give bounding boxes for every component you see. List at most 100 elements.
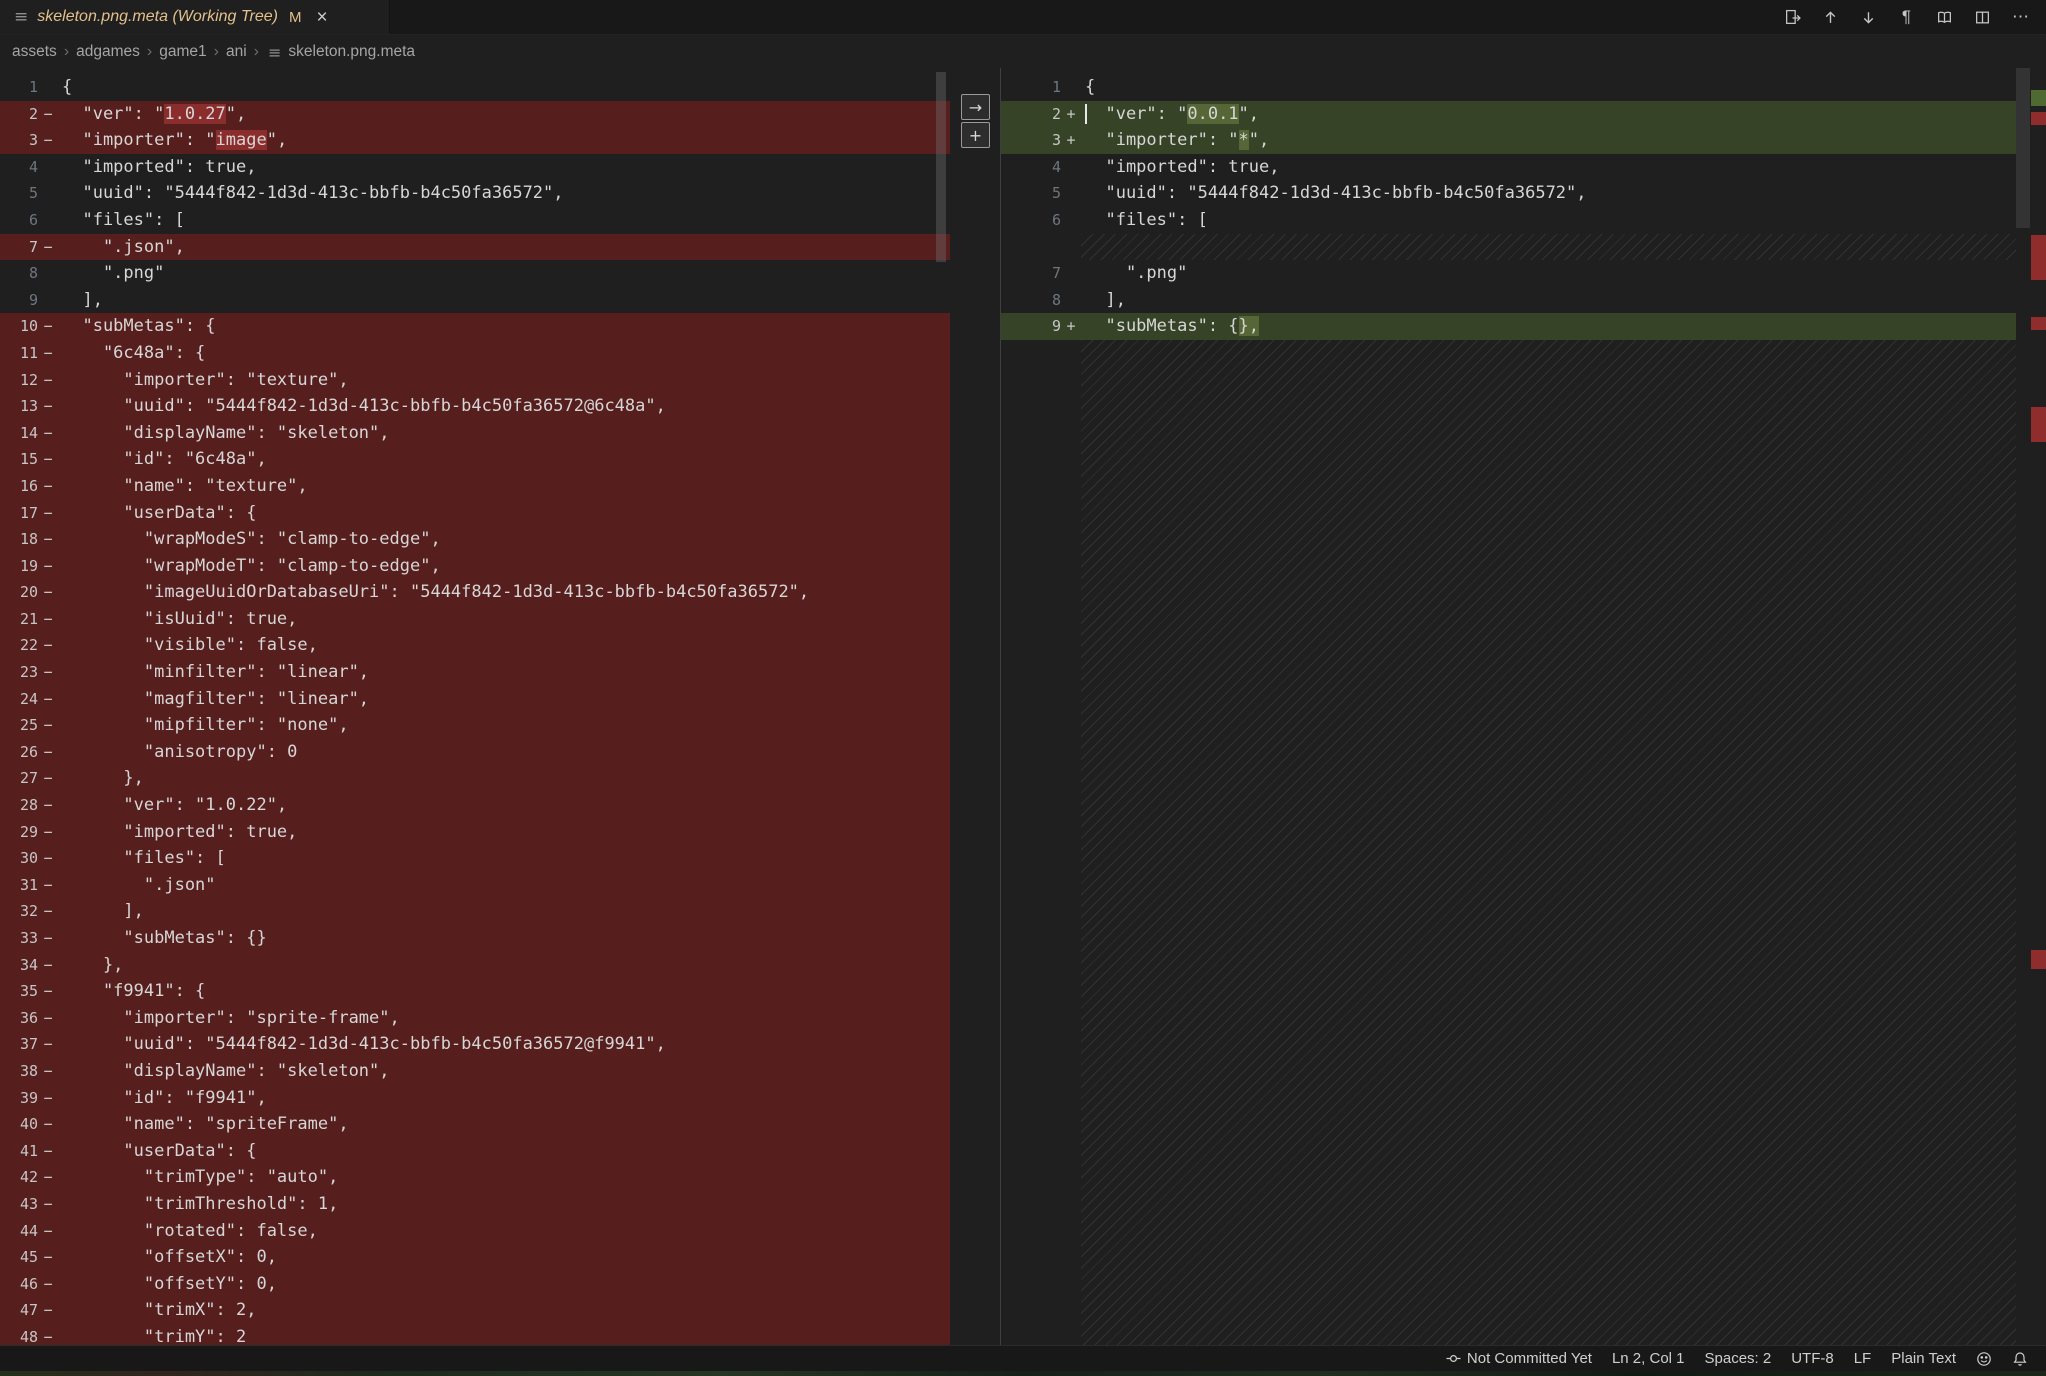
- code-line[interactable]: 43− "trimThreshold": 1,: [0, 1191, 950, 1218]
- line-number[interactable]: 3: [1001, 127, 1061, 154]
- line-number[interactable]: 48: [0, 1324, 38, 1345]
- code-line[interactable]: 21− "isUuid": true,: [0, 606, 950, 633]
- code-line[interactable]: 9 ],: [0, 287, 950, 314]
- line-number[interactable]: 42: [0, 1164, 38, 1191]
- line-number[interactable]: 31: [0, 872, 38, 899]
- line-number[interactable]: 25: [0, 712, 38, 739]
- code-line[interactable]: 6 "files": [: [1001, 207, 2016, 234]
- line-number[interactable]: 30: [0, 845, 38, 872]
- code-line[interactable]: 22− "visible": false,: [0, 632, 950, 659]
- code-line[interactable]: 10− "subMetas": {: [0, 313, 950, 340]
- previous-change-button[interactable]: [1815, 4, 1846, 31]
- code-line[interactable]: 9+ "subMetas": {},: [1001, 313, 2016, 340]
- code-line[interactable]: 26− "anisotropy": 0: [0, 739, 950, 766]
- code-line[interactable]: 8 ".png": [0, 260, 950, 287]
- code-line[interactable]: 23− "minfilter": "linear",: [0, 659, 950, 686]
- whitespace-toggle-button[interactable]: ¶: [1891, 4, 1922, 31]
- line-number[interactable]: 26: [0, 739, 38, 766]
- line-number[interactable]: 1: [1001, 74, 1061, 101]
- line-number[interactable]: 44: [0, 1218, 38, 1245]
- code-line[interactable]: 3+ "importer": "*",: [1001, 127, 2016, 154]
- code-line[interactable]: 4 "imported": true,: [0, 154, 950, 181]
- code-line[interactable]: 3− "importer": "image",: [0, 127, 950, 154]
- line-number[interactable]: 32: [0, 898, 38, 925]
- line-number[interactable]: 22: [0, 632, 38, 659]
- code-line[interactable]: 1{: [1001, 74, 2016, 101]
- code-line[interactable]: 38− "displayName": "skeleton",: [0, 1058, 950, 1085]
- code-line[interactable]: 2+ "ver": "0.0.1",: [1001, 101, 2016, 128]
- code-line[interactable]: 46− "offsetY": 0,: [0, 1271, 950, 1298]
- line-number[interactable]: 4: [0, 154, 38, 181]
- left-scrollbar[interactable]: [936, 72, 946, 262]
- code-line[interactable]: 4 "imported": true,: [1001, 154, 2016, 181]
- code-line[interactable]: 5 "uuid": "5444f842-1d3d-413c-bbfb-b4c50…: [1001, 180, 2016, 207]
- line-number[interactable]: 28: [0, 792, 38, 819]
- line-number[interactable]: 9: [1001, 313, 1061, 340]
- next-change-button[interactable]: [1853, 4, 1884, 31]
- code-line[interactable]: 29− "imported": true,: [0, 819, 950, 846]
- line-number[interactable]: 18: [0, 526, 38, 553]
- line-number[interactable]: 8: [0, 260, 38, 287]
- code-line[interactable]: 35− "f9941": {: [0, 978, 950, 1005]
- line-number[interactable]: 5: [1001, 180, 1061, 207]
- line-number[interactable]: 21: [0, 606, 38, 633]
- code-line[interactable]: 14− "displayName": "skeleton",: [0, 420, 950, 447]
- code-line[interactable]: 37− "uuid": "5444f842-1d3d-413c-bbfb-b4c…: [0, 1031, 950, 1058]
- code-line[interactable]: 17− "userData": {: [0, 500, 950, 527]
- line-number[interactable]: 33: [0, 925, 38, 952]
- code-line[interactable]: 28− "ver": "1.0.22",: [0, 792, 950, 819]
- code-line[interactable]: 11− "6c48a": {: [0, 340, 950, 367]
- line-number[interactable]: 7: [0, 234, 38, 261]
- line-number[interactable]: 17: [0, 500, 38, 527]
- line-number[interactable]: 38: [0, 1058, 38, 1085]
- line-number[interactable]: 20: [0, 579, 38, 606]
- code-line[interactable]: 24− "magfilter": "linear",: [0, 686, 950, 713]
- code-line[interactable]: 12− "importer": "texture",: [0, 367, 950, 394]
- line-number[interactable]: 7: [1001, 260, 1061, 287]
- line-number[interactable]: 43: [0, 1191, 38, 1218]
- code-line[interactable]: 20− "imageUuidOrDatabaseUri": "5444f842-…: [0, 579, 950, 606]
- code-line[interactable]: 48− "trimY": 2: [0, 1324, 950, 1345]
- line-number[interactable]: 37: [0, 1031, 38, 1058]
- code-line[interactable]: 25− "mipfilter": "none",: [0, 712, 950, 739]
- line-number[interactable]: 47: [0, 1297, 38, 1324]
- code-line[interactable]: 39− "id": "f9941",: [0, 1085, 950, 1112]
- code-line[interactable]: 7 ".png": [1001, 260, 2016, 287]
- line-number[interactable]: 4: [1001, 154, 1061, 181]
- code-line[interactable]: 32− ],: [0, 898, 950, 925]
- encoding-setting[interactable]: UTF-8: [1781, 1346, 1844, 1372]
- code-line[interactable]: 31− ".json": [0, 872, 950, 899]
- code-line[interactable]: 34− },: [0, 952, 950, 979]
- notifications-button[interactable]: [2002, 1346, 2038, 1372]
- eol-setting[interactable]: LF: [1844, 1346, 1882, 1372]
- line-number[interactable]: 12: [0, 367, 38, 394]
- line-number[interactable]: 23: [0, 659, 38, 686]
- breadcrumb-item-assets[interactable]: assets: [12, 43, 57, 61]
- line-number[interactable]: 36: [0, 1005, 38, 1032]
- cursor-position[interactable]: Ln 2, Col 1: [1602, 1346, 1695, 1372]
- line-number[interactable]: 41: [0, 1138, 38, 1165]
- line-number[interactable]: 2: [1001, 101, 1061, 128]
- line-number[interactable]: 2: [0, 101, 38, 128]
- code-line[interactable]: 15− "id": "6c48a",: [0, 446, 950, 473]
- line-number[interactable]: 3: [0, 127, 38, 154]
- line-number[interactable]: 10: [0, 313, 38, 340]
- code-line[interactable]: 7− ".json",: [0, 234, 950, 261]
- breadcrumb-item-file[interactable]: skeleton.png.meta: [288, 43, 415, 61]
- code-line[interactable]: 1{: [0, 74, 950, 101]
- code-line[interactable]: 30− "files": [: [0, 845, 950, 872]
- breadcrumb-item-ani[interactable]: ani: [226, 43, 247, 61]
- breadcrumb-item-adgames[interactable]: adgames: [76, 43, 140, 61]
- code-line[interactable]: 41− "userData": {: [0, 1138, 950, 1165]
- code-line[interactable]: 27− },: [0, 765, 950, 792]
- code-line[interactable]: 42− "trimType": "auto",: [0, 1164, 950, 1191]
- line-number[interactable]: 1: [0, 74, 38, 101]
- line-number[interactable]: 13: [0, 393, 38, 420]
- code-line[interactable]: 36− "importer": "sprite-frame",: [0, 1005, 950, 1032]
- code-line[interactable]: 5 "uuid": "5444f842-1d3d-413c-bbfb-b4c50…: [0, 180, 950, 207]
- line-number[interactable]: 14: [0, 420, 38, 447]
- code-line[interactable]: 19− "wrapModeT": "clamp-to-edge",: [0, 553, 950, 580]
- split-editor-button[interactable]: [1967, 4, 1998, 31]
- scm-status[interactable]: Not Committed Yet: [1436, 1346, 1602, 1372]
- revert-block-button[interactable]: →: [961, 94, 990, 120]
